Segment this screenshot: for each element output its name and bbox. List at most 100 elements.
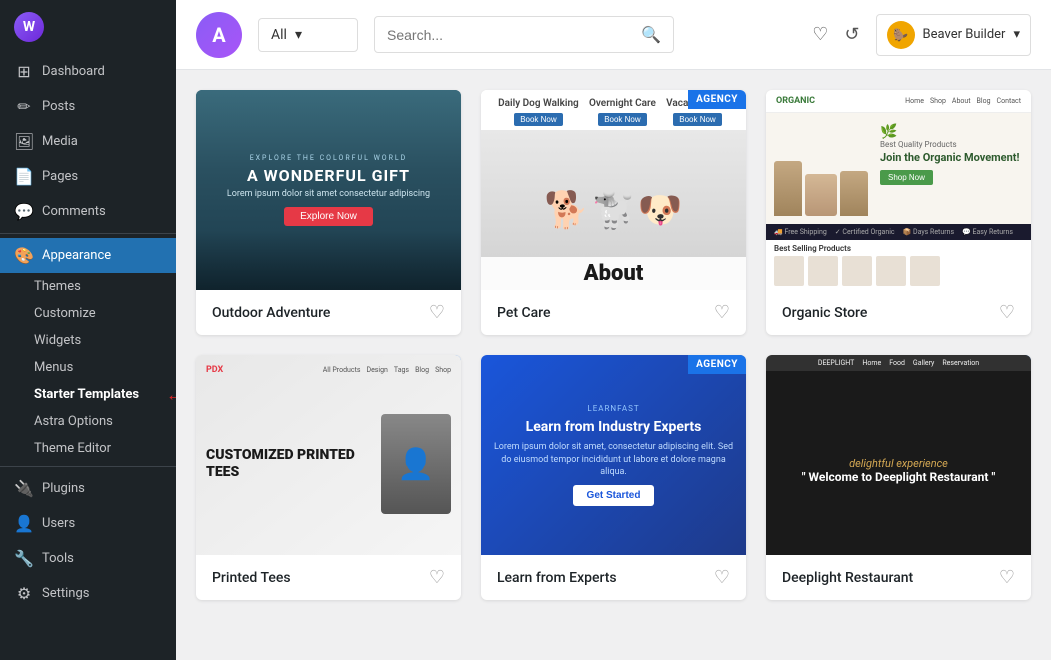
outdoor-sub: Lorem ipsum dolor sit amet consectetur a… bbox=[227, 189, 430, 199]
petcare-btn-2[interactable]: Book Now bbox=[598, 113, 646, 126]
organic-leaf: 🌿 bbox=[880, 124, 897, 140]
product-3 bbox=[842, 256, 872, 286]
tshirt-content: CUSTOMIZED PRINTED TEES 👤 bbox=[206, 383, 451, 545]
tshirt-footer: Printed Tees ♡ bbox=[196, 555, 461, 600]
outdoor-favorite-button[interactable]: ♡ bbox=[429, 302, 445, 323]
submenu-menus[interactable]: Menus bbox=[0, 354, 176, 381]
sidebar-logo[interactable]: W bbox=[0, 0, 176, 54]
sidebar-item-tools[interactable]: 🔧 Tools bbox=[0, 541, 176, 576]
tshirt-title: CUSTOMIZED PRINTED TEES bbox=[206, 447, 373, 481]
template-card-learn[interactable]: AGENCY LearnFast Learn from Industry Exp… bbox=[481, 355, 746, 600]
comments-icon: 💬 bbox=[14, 202, 34, 221]
template-thumb-restaurant: AGENCY DEEPLIGHT Home Food Gallery Reser… bbox=[766, 355, 1031, 555]
submenu-widgets[interactable]: Widgets bbox=[0, 327, 176, 354]
learn-title: Learn from Industry Experts bbox=[526, 419, 702, 435]
sidebar-item-plugins[interactable]: 🔌 Plugins bbox=[0, 471, 176, 506]
restaurant-thumbnail: DEEPLIGHT Home Food Gallery Reservation … bbox=[766, 355, 1031, 555]
user-avatar: 🦫 bbox=[887, 21, 915, 49]
sidebar-label-users: Users bbox=[42, 516, 75, 531]
tshirt-favorite-button[interactable]: ♡ bbox=[429, 567, 445, 588]
template-card-petcare[interactable]: AGENCY Daily Dog Walking Book Now Overni… bbox=[481, 90, 746, 335]
outdoor-cta-button[interactable]: Explore Now bbox=[284, 207, 373, 226]
submenu-themes[interactable]: Themes bbox=[0, 273, 176, 300]
dog-2: 🐩 bbox=[591, 189, 636, 231]
learn-cta-button[interactable]: Get Started bbox=[573, 485, 655, 506]
template-card-tshirt[interactable]: AGENCY PDX All Products Design Tags Blog… bbox=[196, 355, 461, 600]
sidebar-item-appearance[interactable]: 🎨 Appearance bbox=[0, 238, 176, 273]
submenu-astra-options[interactable]: Astra Options bbox=[0, 408, 176, 435]
dog-1: 🐕 bbox=[544, 189, 589, 231]
template-card-outdoor[interactable]: Explore The Colorful World A WONDERFUL G… bbox=[196, 90, 461, 335]
favorites-icon[interactable]: ♡ bbox=[812, 24, 828, 45]
search-box[interactable]: 🔍 bbox=[374, 16, 674, 53]
tools-icon: 🔧 bbox=[14, 549, 34, 568]
filter-dropdown[interactable]: All ▾ bbox=[258, 18, 358, 52]
sidebar-item-users[interactable]: 👤 Users bbox=[0, 506, 176, 541]
sidebar-divider-2 bbox=[0, 466, 176, 467]
submenu-theme-editor[interactable]: Theme Editor bbox=[0, 435, 176, 462]
product-bottle-2 bbox=[840, 171, 868, 216]
template-thumb-outdoor: Explore The Colorful World A WONDERFUL G… bbox=[196, 90, 461, 290]
organic-favorite-button[interactable]: ♡ bbox=[999, 302, 1015, 323]
template-thumb-organic: ORGANIC Home Shop About Blog Contact bbox=[766, 90, 1031, 290]
users-icon: 👤 bbox=[14, 514, 34, 533]
template-card-organic[interactable]: ORGANIC Home Shop About Blog Contact bbox=[766, 90, 1031, 335]
astra-logo: A bbox=[196, 12, 242, 58]
user-menu[interactable]: 🦫 Beaver Builder ▾ bbox=[876, 14, 1031, 56]
tshirt-model-image: 👤 bbox=[381, 414, 451, 514]
petcare-btn-1[interactable]: Book Now bbox=[514, 113, 562, 126]
restaurant-name: Deeplight Restaurant bbox=[782, 570, 913, 586]
sidebar-label-plugins: Plugins bbox=[42, 481, 85, 496]
appearance-icon: 🎨 bbox=[14, 246, 34, 265]
search-icon: 🔍 bbox=[641, 25, 661, 44]
plugins-icon: 🔌 bbox=[14, 479, 34, 498]
filter-label: All bbox=[271, 27, 287, 43]
template-thumb-petcare: AGENCY Daily Dog Walking Book Now Overni… bbox=[481, 90, 746, 290]
outdoor-name: Outdoor Adventure bbox=[212, 305, 330, 321]
learn-favorite-button[interactable]: ♡ bbox=[714, 567, 730, 588]
submenu-customize[interactable]: Customize bbox=[0, 300, 176, 327]
search-input[interactable] bbox=[387, 27, 633, 43]
sidebar-item-media[interactable]: 🖼 Media bbox=[0, 124, 176, 159]
petcare-btn-3[interactable]: Book Now bbox=[673, 113, 721, 126]
sidebar-item-settings[interactable]: ⚙ Settings bbox=[0, 576, 176, 611]
sidebar-label-comments: Comments bbox=[42, 204, 106, 219]
content-area: Explore The Colorful World A WONDERFUL G… bbox=[176, 70, 1051, 660]
petcare-col-1: Daily Dog Walking Book Now bbox=[498, 98, 579, 126]
organic-nav: Home Shop About Blog Contact bbox=[905, 97, 1021, 105]
best-selling-title: Best Selling Products bbox=[774, 244, 1023, 253]
sidebar-item-posts[interactable]: ✏ Posts bbox=[0, 89, 176, 124]
sidebar-item-comments[interactable]: 💬 Comments bbox=[0, 194, 176, 229]
organic-header: ORGANIC Home Shop About Blog Contact bbox=[766, 90, 1031, 113]
chevron-down-icon: ▾ bbox=[295, 27, 302, 43]
petcare-favorite-button[interactable]: ♡ bbox=[714, 302, 730, 323]
organic-footer: Organic Store ♡ bbox=[766, 290, 1031, 335]
sidebar-label-posts: Posts bbox=[42, 99, 75, 114]
petcare-thumbnail: Daily Dog Walking Book Now Overnight Car… bbox=[481, 90, 746, 290]
organic-logo: ORGANIC bbox=[776, 96, 815, 106]
restaurant-footer: Deeplight Restaurant ♡ bbox=[766, 555, 1031, 600]
dashboard-icon: ⊞ bbox=[14, 62, 34, 81]
restaurant-favorite-button[interactable]: ♡ bbox=[999, 567, 1015, 588]
product-4 bbox=[876, 256, 906, 286]
astra-letter: A bbox=[212, 23, 225, 47]
product-jar bbox=[805, 174, 837, 216]
refresh-icon[interactable]: ↺ bbox=[844, 24, 859, 45]
sidebar-item-pages[interactable]: 📄 Pages bbox=[0, 159, 176, 194]
outdoor-thumbnail: Explore The Colorful World A WONDERFUL G… bbox=[196, 90, 461, 290]
posts-icon: ✏ bbox=[14, 97, 34, 116]
sidebar: W ⊞ Dashboard ✏ Posts 🖼 Media 📄 Pages 💬 … bbox=[0, 0, 176, 660]
submenu-starter-templates[interactable]: Starter Templates ← bbox=[0, 381, 176, 408]
restaurant-nav: DEEPLIGHT Home Food Gallery Reservation bbox=[766, 355, 1031, 371]
organic-cta-button[interactable]: Shop Now bbox=[880, 170, 933, 185]
learn-sub: Lorem ipsum dolor sit amet, consectetur … bbox=[491, 441, 736, 479]
sidebar-label-pages: Pages bbox=[42, 169, 78, 184]
organic-products-row: Best Selling Products bbox=[766, 240, 1031, 290]
starter-templates-label: Starter Templates bbox=[34, 387, 139, 402]
petcare-dogs: 🐕 🐩 🐶 About bbox=[481, 130, 746, 290]
template-card-restaurant[interactable]: AGENCY DEEPLIGHT Home Food Gallery Reser… bbox=[766, 355, 1031, 600]
sidebar-item-dashboard[interactable]: ⊞ Dashboard bbox=[0, 54, 176, 89]
restaurant-tagline: delightful experience bbox=[802, 457, 996, 470]
sidebar-label-tools: Tools bbox=[42, 551, 74, 566]
tshirt-name: Printed Tees bbox=[212, 570, 291, 586]
